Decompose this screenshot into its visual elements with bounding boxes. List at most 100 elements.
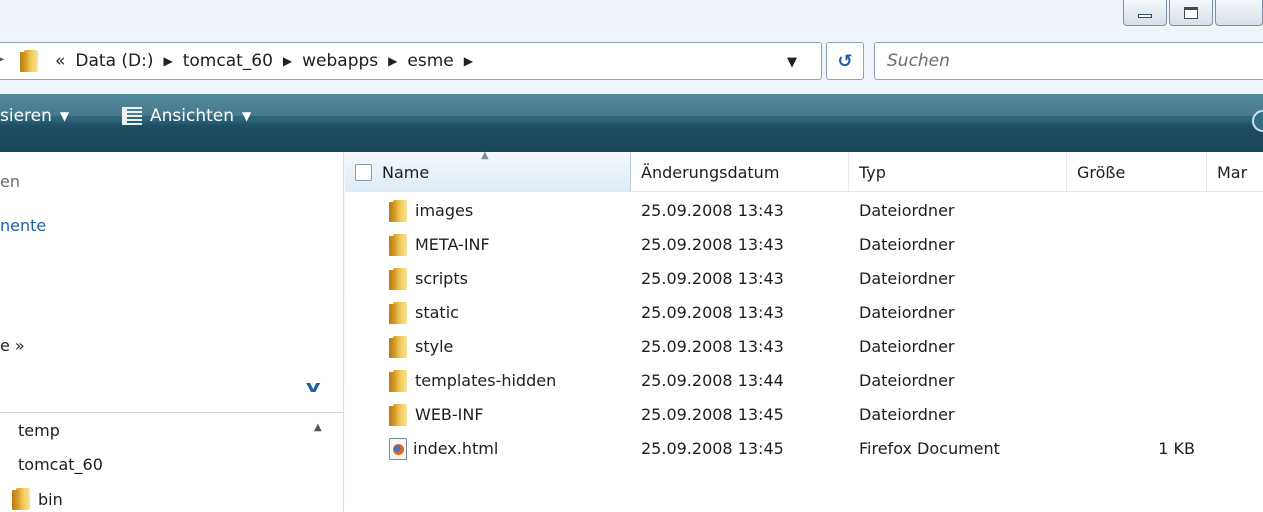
file-date: 25.09.2008 13:43 bbox=[641, 337, 784, 356]
folder-icon bbox=[20, 49, 40, 73]
folder-icon bbox=[389, 403, 409, 427]
file-name-cell: images bbox=[389, 194, 473, 227]
file-date: 25.09.2008 13:45 bbox=[641, 439, 784, 458]
refresh-button[interactable]: ↺ bbox=[826, 42, 864, 80]
folder-icon bbox=[389, 233, 409, 257]
help-icon[interactable] bbox=[1252, 110, 1263, 132]
breadcrumb-separator-icon[interactable]: ▶ bbox=[464, 54, 473, 68]
file-size bbox=[1077, 262, 1195, 295]
table-row[interactable]: static 25.09.2008 13:43 Dateiordner bbox=[345, 296, 1263, 329]
file-name: index.html bbox=[413, 439, 499, 458]
file-name: WEB-INF bbox=[415, 405, 484, 424]
address-dropdown-icon[interactable]: ▼ bbox=[787, 55, 797, 70]
breadcrumb-overflow[interactable]: « bbox=[55, 51, 65, 71]
file-name: static bbox=[415, 303, 459, 322]
search-input[interactable]: Suchen bbox=[874, 42, 1263, 80]
maximize-button[interactable] bbox=[1169, 0, 1213, 26]
file-type: Dateiordner bbox=[859, 337, 955, 356]
file-type: Dateiordner bbox=[859, 235, 955, 254]
organize-menu-button[interactable]: sieren ▼ bbox=[0, 106, 69, 126]
column-label: Mar bbox=[1217, 162, 1248, 182]
views-menu-button[interactable]: Ansichten ▼ bbox=[122, 106, 251, 126]
views-icon bbox=[122, 107, 142, 125]
file-size bbox=[1077, 296, 1195, 329]
table-row[interactable]: META-INF 25.09.2008 13:43 Dateiordner bbox=[345, 228, 1263, 261]
navigation-pane: en nente e » v temp tomcat_60 bin ▲ bbox=[0, 152, 344, 512]
folder-icon bbox=[389, 369, 409, 393]
tree-item-bin[interactable]: bin bbox=[12, 487, 63, 511]
file-list: ▲ Name Änderungsdatum Typ Größe Mar imag… bbox=[345, 150, 1263, 512]
chevron-down-icon: ▼ bbox=[59, 109, 70, 123]
table-row[interactable]: scripts 25.09.2008 13:43 Dateiordner bbox=[345, 262, 1263, 295]
tree-item-label: temp bbox=[18, 421, 60, 440]
folder-icon bbox=[389, 301, 409, 325]
file-type: Dateiordner bbox=[859, 269, 955, 288]
breadcrumb-separator-icon[interactable]: ▶ bbox=[283, 54, 292, 68]
minimize-icon bbox=[1138, 13, 1152, 18]
minimize-button[interactable] bbox=[1123, 0, 1167, 26]
file-type: Dateiordner bbox=[859, 201, 955, 220]
column-label: Änderungsdatum bbox=[641, 162, 780, 182]
file-type: Dateiordner bbox=[859, 371, 955, 390]
column-header-name[interactable]: ▲ Name bbox=[345, 150, 631, 192]
breadcrumb-separator-icon[interactable]: ▶ bbox=[163, 54, 172, 68]
firefox-document-icon bbox=[389, 437, 407, 460]
folder-icon bbox=[389, 199, 409, 223]
organize-label: sieren bbox=[0, 106, 52, 126]
breadcrumb-item-webapps[interactable]: webapps bbox=[302, 51, 378, 71]
breadcrumb: « Data (D:) ▶ tomcat_60 ▶ webapps ▶ esme… bbox=[55, 43, 473, 79]
column-label: Typ bbox=[859, 162, 886, 182]
file-name-cell: WEB-INF bbox=[389, 398, 484, 431]
column-header-more[interactable]: Mar bbox=[1207, 152, 1263, 192]
select-all-checkbox[interactable] bbox=[355, 163, 372, 181]
folder-tree: temp tomcat_60 bin bbox=[0, 412, 343, 512]
tree-item-temp[interactable]: temp bbox=[18, 421, 60, 440]
file-name-cell: scripts bbox=[389, 262, 468, 295]
breadcrumb-item-tomcat[interactable]: tomcat_60 bbox=[183, 51, 273, 71]
nav-item-partial[interactable]: en bbox=[0, 172, 20, 191]
breadcrumb-separator-icon[interactable]: ▶ bbox=[388, 54, 397, 68]
column-header-type[interactable]: Typ bbox=[849, 152, 1067, 192]
folder-icon bbox=[389, 335, 409, 359]
table-row[interactable]: images 25.09.2008 13:43 Dateiordner bbox=[345, 194, 1263, 227]
file-name-cell: META-INF bbox=[389, 228, 490, 261]
scroll-up-icon[interactable]: ▲ bbox=[314, 422, 322, 433]
tree-item-tomcat[interactable]: tomcat_60 bbox=[18, 455, 103, 474]
table-row[interactable]: style 25.09.2008 13:43 Dateiordner bbox=[345, 330, 1263, 363]
file-name: style bbox=[415, 337, 454, 356]
collapse-chevron-icon[interactable]: v bbox=[306, 377, 321, 396]
file-size bbox=[1077, 398, 1195, 431]
file-date: 25.09.2008 13:43 bbox=[641, 201, 784, 220]
table-row[interactable]: templates-hidden 25.09.2008 13:44 Dateiord… bbox=[345, 364, 1263, 397]
tree-item-label: tomcat_60 bbox=[18, 455, 103, 474]
file-date: 25.09.2008 13:43 bbox=[641, 269, 784, 288]
file-size bbox=[1077, 194, 1195, 227]
file-name: scripts bbox=[415, 269, 468, 288]
column-header-size[interactable]: Größe bbox=[1067, 152, 1207, 192]
refresh-icon: ↺ bbox=[837, 50, 853, 72]
close-button[interactable] bbox=[1215, 0, 1263, 26]
file-type: Firefox Document bbox=[859, 439, 1000, 458]
table-row[interactable]: WEB-INF 25.09.2008 13:45 Dateiordner bbox=[345, 398, 1263, 431]
file-date: 25.09.2008 13:43 bbox=[641, 235, 784, 254]
file-name-cell: static bbox=[389, 296, 459, 329]
breadcrumb-item-esme[interactable]: esme bbox=[407, 51, 453, 71]
nav-link-documents[interactable]: nente bbox=[0, 216, 46, 235]
sort-ascending-icon: ▲ bbox=[481, 150, 489, 161]
file-type: Dateiordner bbox=[859, 303, 955, 322]
folder-icon bbox=[389, 267, 409, 291]
file-name: templates-hidden bbox=[415, 371, 557, 390]
breadcrumb-item-drive[interactable]: Data (D:) bbox=[75, 51, 153, 71]
file-size bbox=[1077, 364, 1195, 397]
column-label: Größe bbox=[1077, 162, 1126, 182]
file-name-cell: templates-hidden bbox=[389, 364, 556, 397]
column-header-date[interactable]: Änderungsdatum bbox=[631, 152, 849, 192]
file-size: 1 KB bbox=[1158, 439, 1195, 458]
address-bar[interactable]: ▸ « Data (D:) ▶ tomcat_60 ▶ webapps ▶ es… bbox=[0, 42, 822, 80]
file-date: 25.09.2008 13:43 bbox=[641, 303, 784, 322]
table-row[interactable]: index.html 25.09.2008 13:45 Firefox Docume… bbox=[345, 432, 1263, 465]
file-name: META-INF bbox=[415, 235, 490, 254]
nav-arrow-icon[interactable]: ▸ bbox=[0, 51, 9, 71]
nav-more-link[interactable]: e » bbox=[0, 336, 25, 355]
column-label: Name bbox=[382, 162, 430, 182]
